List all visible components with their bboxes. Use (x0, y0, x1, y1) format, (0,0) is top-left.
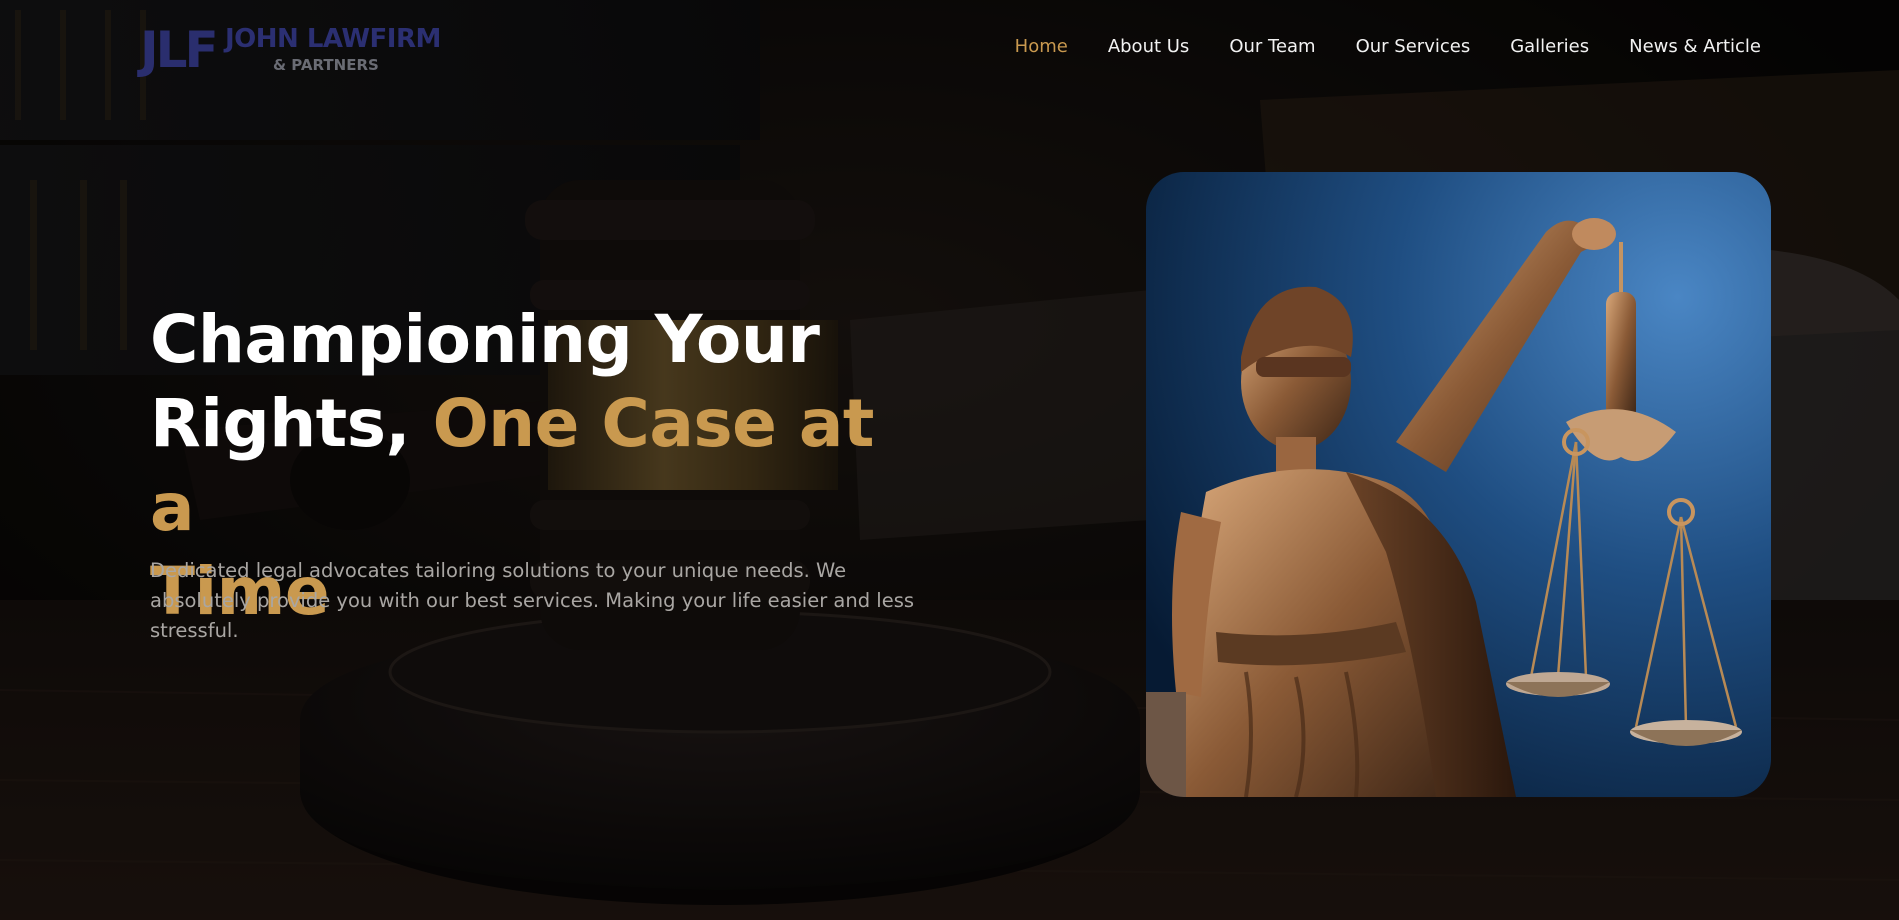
nav-item-about-us[interactable]: About Us (1108, 36, 1190, 57)
hero-title-line1: Championing Your (150, 301, 820, 378)
logo-mark: JLF (140, 21, 219, 79)
nav-item-our-services[interactable]: Our Services (1356, 36, 1471, 57)
hero-title-line2: Rights, (150, 385, 433, 462)
brand-logo[interactable]: JLF JOHN LAWFIRM & PARTNERS (140, 21, 441, 79)
nav-item-our-team[interactable]: Our Team (1229, 36, 1315, 57)
page: JLF JOHN LAWFIRM & PARTNERS Home About U… (0, 0, 1899, 920)
nav-item-galleries[interactable]: Galleries (1510, 36, 1589, 57)
nav-item-home[interactable]: Home (1015, 36, 1068, 57)
logo-tagline: & PARTNERS (273, 56, 379, 74)
nav-item-news-article[interactable]: News & Article (1629, 36, 1761, 57)
main-nav: Home About Us Our Team Our Services Gall… (975, 36, 1761, 57)
hero-description: Dedicated legal advocates tailoring solu… (150, 559, 915, 642)
logo-name: JOHN LAWFIRM (225, 24, 441, 54)
lady-justice-statue-image (1146, 172, 1771, 797)
